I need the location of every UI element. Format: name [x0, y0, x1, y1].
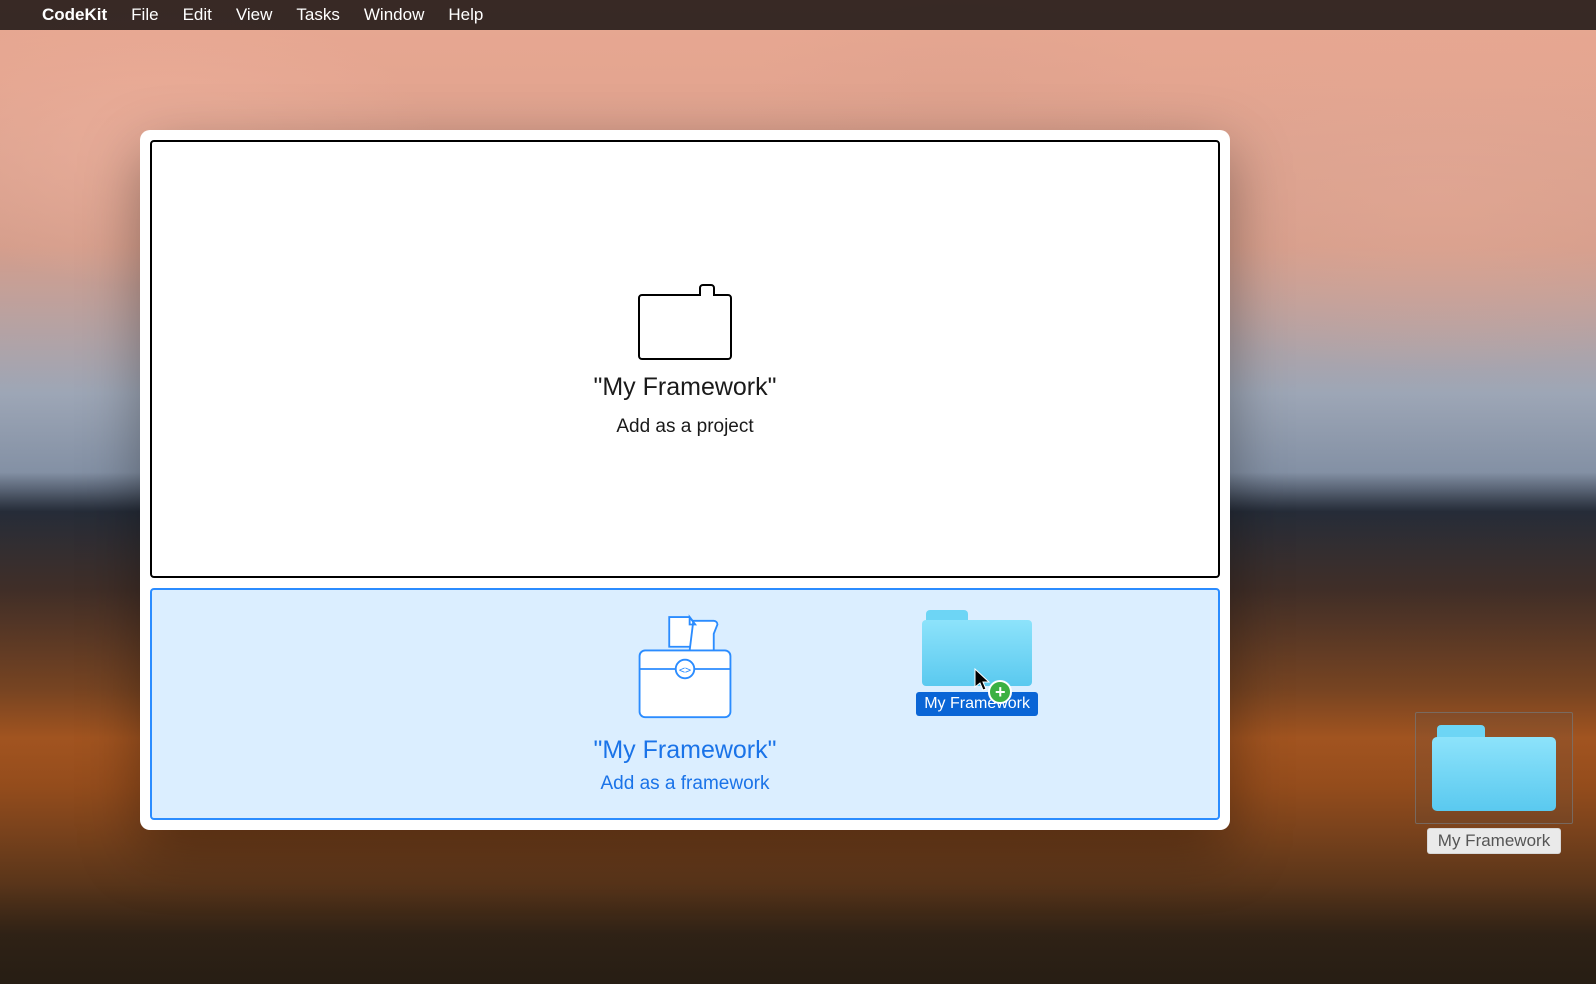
folder-outline-icon: [635, 281, 735, 363]
cursor-icon: [974, 668, 992, 697]
menu-tasks[interactable]: Tasks: [296, 5, 339, 25]
drop-zone-framework[interactable]: <> "My Framework" Add as a framework My …: [150, 588, 1220, 820]
drop-project-title: "My Framework": [593, 373, 776, 402]
menu-window[interactable]: Window: [364, 5, 424, 25]
menu-edit[interactable]: Edit: [183, 5, 212, 25]
menu-view[interactable]: View: [236, 5, 273, 25]
desktop-folder[interactable]: My Framework: [1414, 712, 1574, 854]
drop-zone-project[interactable]: "My Framework" Add as a project: [150, 140, 1220, 578]
desktop-folder-label: My Framework: [1427, 828, 1561, 854]
drop-framework-title: "My Framework": [593, 736, 776, 765]
menu-file[interactable]: File: [131, 5, 158, 25]
folder-icon: [1432, 725, 1556, 811]
desktop-folder-selection: [1415, 712, 1573, 824]
dragged-folder[interactable]: My Framework +: [916, 610, 1038, 716]
svg-text:<>: <>: [679, 666, 691, 677]
drop-framework-subtitle: Add as a framework: [601, 773, 770, 795]
framework-box-icon: <>: [634, 613, 736, 730]
menu-help[interactable]: Help: [448, 5, 483, 25]
codekit-window: "My Framework" Add as a project <>: [140, 130, 1230, 830]
app-menu[interactable]: CodeKit: [42, 5, 107, 25]
menu-bar: CodeKit File Edit View Tasks Window Help: [0, 0, 1596, 30]
drop-project-subtitle: Add as a project: [616, 416, 753, 438]
